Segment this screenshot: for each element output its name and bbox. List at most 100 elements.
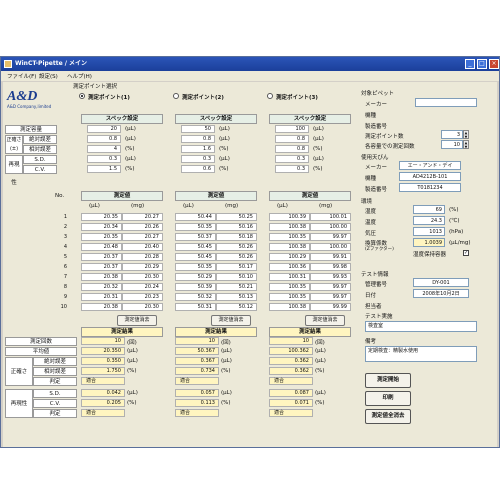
spec-volume-value-3[interactable]: 100 [275,125,309,133]
measurement-ul-value[interactable]: 20.37 [81,263,122,271]
measurement-ul-value[interactable]: 50.45 [175,253,216,261]
balance-model-input[interactable]: AD4212B-101 [399,172,461,181]
result-sd-value-1: 0.042 [81,389,125,397]
humidity-input[interactable]: 69 [413,205,445,214]
menu-file[interactable]: ファイル(F) [7,72,36,80]
person-label: 担当者 [365,304,382,310]
clear-measurements-button-1[interactable]: 測定値消去 [117,315,157,326]
menu-settings[interactable]: 設定(S) [39,72,58,80]
app-icon [4,60,12,68]
spec-rel-value-2[interactable]: 1.6 [181,145,215,153]
spec-abs-value-3[interactable]: 0.8 [275,135,309,143]
spec-cv-value-1[interactable]: 1.5 [87,165,121,173]
measurement-ul-value[interactable]: 50.29 [175,273,216,281]
measurement-ul-value[interactable]: 100.35 [269,283,310,291]
measurement-ul-value[interactable]: 20.48 [81,243,122,251]
measurement-mg-value: 50.26 [216,243,257,251]
result-mean-label: 平均値 [5,347,77,356]
measurement-ul-value[interactable]: 100.36 [269,263,310,271]
measurement-ul-value[interactable]: 100.39 [269,213,310,221]
result-rel-unit-1: (%) [127,368,137,374]
note-input[interactable]: 定期検査：精製水使用 [365,346,477,362]
temperature-input[interactable]: 24.3 [413,216,445,225]
point-radio-label-3: 測定ポイント(3) [276,95,318,101]
point-radio-2[interactable] [173,93,179,99]
measurement-ul-value[interactable]: 20.34 [81,223,122,231]
measurement-ul-value[interactable]: 20.38 [81,303,122,311]
measurement-ul-value[interactable]: 50.31 [175,303,216,311]
pipette-count-spinner[interactable]: ▲ ▼ [463,140,469,149]
maximize-button[interactable]: □ [477,59,487,69]
minimize-button[interactable]: _ [465,59,475,69]
measurement-ul-value[interactable]: 100.38 [269,303,310,311]
result-mean-value-3: 100.362 [269,347,313,355]
measurement-ul-value[interactable]: 100.35 [269,233,310,241]
balance-serial-input[interactable]: T0181234 [399,183,461,192]
spec-cv-value-2[interactable]: 0.6 [181,165,215,173]
measurement-mg-unit-2: (mg) [225,203,239,209]
start-measurement-button[interactable]: 測定開始 [365,373,411,388]
point-radio-3[interactable] [267,93,273,99]
balance-maker-input[interactable]: エー・アンド・デイ [399,161,461,170]
result-judge-value-3: 適合 [269,377,313,385]
humid-container-checkbox[interactable]: ✓ [463,250,469,256]
measurement-ul-value[interactable]: 50.35 [175,263,216,271]
spec-rel-value-3[interactable]: 0.8 [275,145,309,153]
measurement-ul-unit-2: (μL) [183,203,194,209]
clear-all-button[interactable]: 測定値全消去 [365,409,411,424]
close-button[interactable]: × [489,59,499,69]
measurement-ul-value[interactable]: 100.38 [269,223,310,231]
measurement-ul-value[interactable]: 50.37 [175,233,216,241]
spec-rel-value-1[interactable]: 4 [87,145,121,153]
measurement-ul-value[interactable]: 20.35 [81,233,122,241]
pipette-count-label: 各容量での測定回数 [365,144,415,150]
measurement-ul-value[interactable]: 50.35 [175,223,216,231]
menu-help[interactable]: ヘルプ(H) [67,72,92,80]
spec-abs-value-2[interactable]: 0.8 [181,135,215,143]
spec-sd-value-2[interactable]: 0.3 [181,155,215,163]
pipette-maker-input[interactable] [415,98,477,107]
measurement-ul-value[interactable]: 100.29 [269,253,310,261]
result-rel-value-3: 0.362 [269,367,313,375]
row-number-header: No. [55,193,65,199]
spec-abs-value-1[interactable]: 0.8 [87,135,121,143]
mgmt-number-input[interactable]: DY-001 [413,278,469,287]
temperature-label: 温度 [365,220,377,226]
measurement-ul-value[interactable]: 20.32 [81,283,122,291]
spec-rel-unit-3: (%) [313,146,323,152]
measurement-ul-value[interactable]: 100.31 [269,273,310,281]
print-button[interactable]: 印刷 [365,391,411,406]
balance-title: 使用天びん [361,155,389,161]
measurement-ul-value[interactable]: 100.35 [269,293,310,301]
measurement-ul-value[interactable]: 20.31 [81,293,122,301]
point-radio-1[interactable] [79,93,85,99]
measurement-ul-value[interactable]: 50.44 [175,213,216,221]
measurement-ul-value[interactable]: 100.38 [269,243,310,251]
spec-sd-value-3[interactable]: 0.3 [275,155,309,163]
measurement-ul-value[interactable]: 50.32 [175,293,216,301]
result-judge2-value-3: 適合 [269,409,313,417]
spec-volume-value-1[interactable]: 20 [87,125,121,133]
pipette-points-input[interactable]: 3 [441,130,463,139]
measurement-ul-value[interactable]: 50.39 [175,283,216,291]
z-factor-unit: (μL/mg) [449,240,471,246]
spec-sd-value-1[interactable]: 0.3 [87,155,121,163]
spec-cv-value-3[interactable]: 0.3 [275,165,309,173]
pressure-input[interactable]: 1013 [413,227,445,236]
measurement-ul-value[interactable]: 50.45 [175,243,216,251]
pipette-points-spinner[interactable]: ▲ ▼ [463,130,469,139]
measurement-ul-value[interactable]: 20.37 [81,253,122,261]
measurement-ul-value[interactable]: 20.35 [81,213,122,221]
target-pipette-title: 対象ピペット [361,91,395,97]
result-abs-unit-2: (μL) [221,358,232,364]
result-rel-label: 相対誤差 [33,367,77,376]
pipette-count-input[interactable]: 10 [441,140,463,149]
test-impl-input[interactable]: 検査室 [365,321,477,332]
measurement-mg-value: 20.30 [122,273,163,281]
result-abs-value-3: 0.362 [269,357,313,365]
clear-measurements-button-2[interactable]: 測定値消去 [211,315,251,326]
measurement-ul-value[interactable]: 20.38 [81,273,122,281]
spec-volume-value-2[interactable]: 50 [181,125,215,133]
clear-measurements-button-3[interactable]: 測定値消去 [305,315,345,326]
date-input[interactable]: 2008年10月2日 [413,289,469,298]
